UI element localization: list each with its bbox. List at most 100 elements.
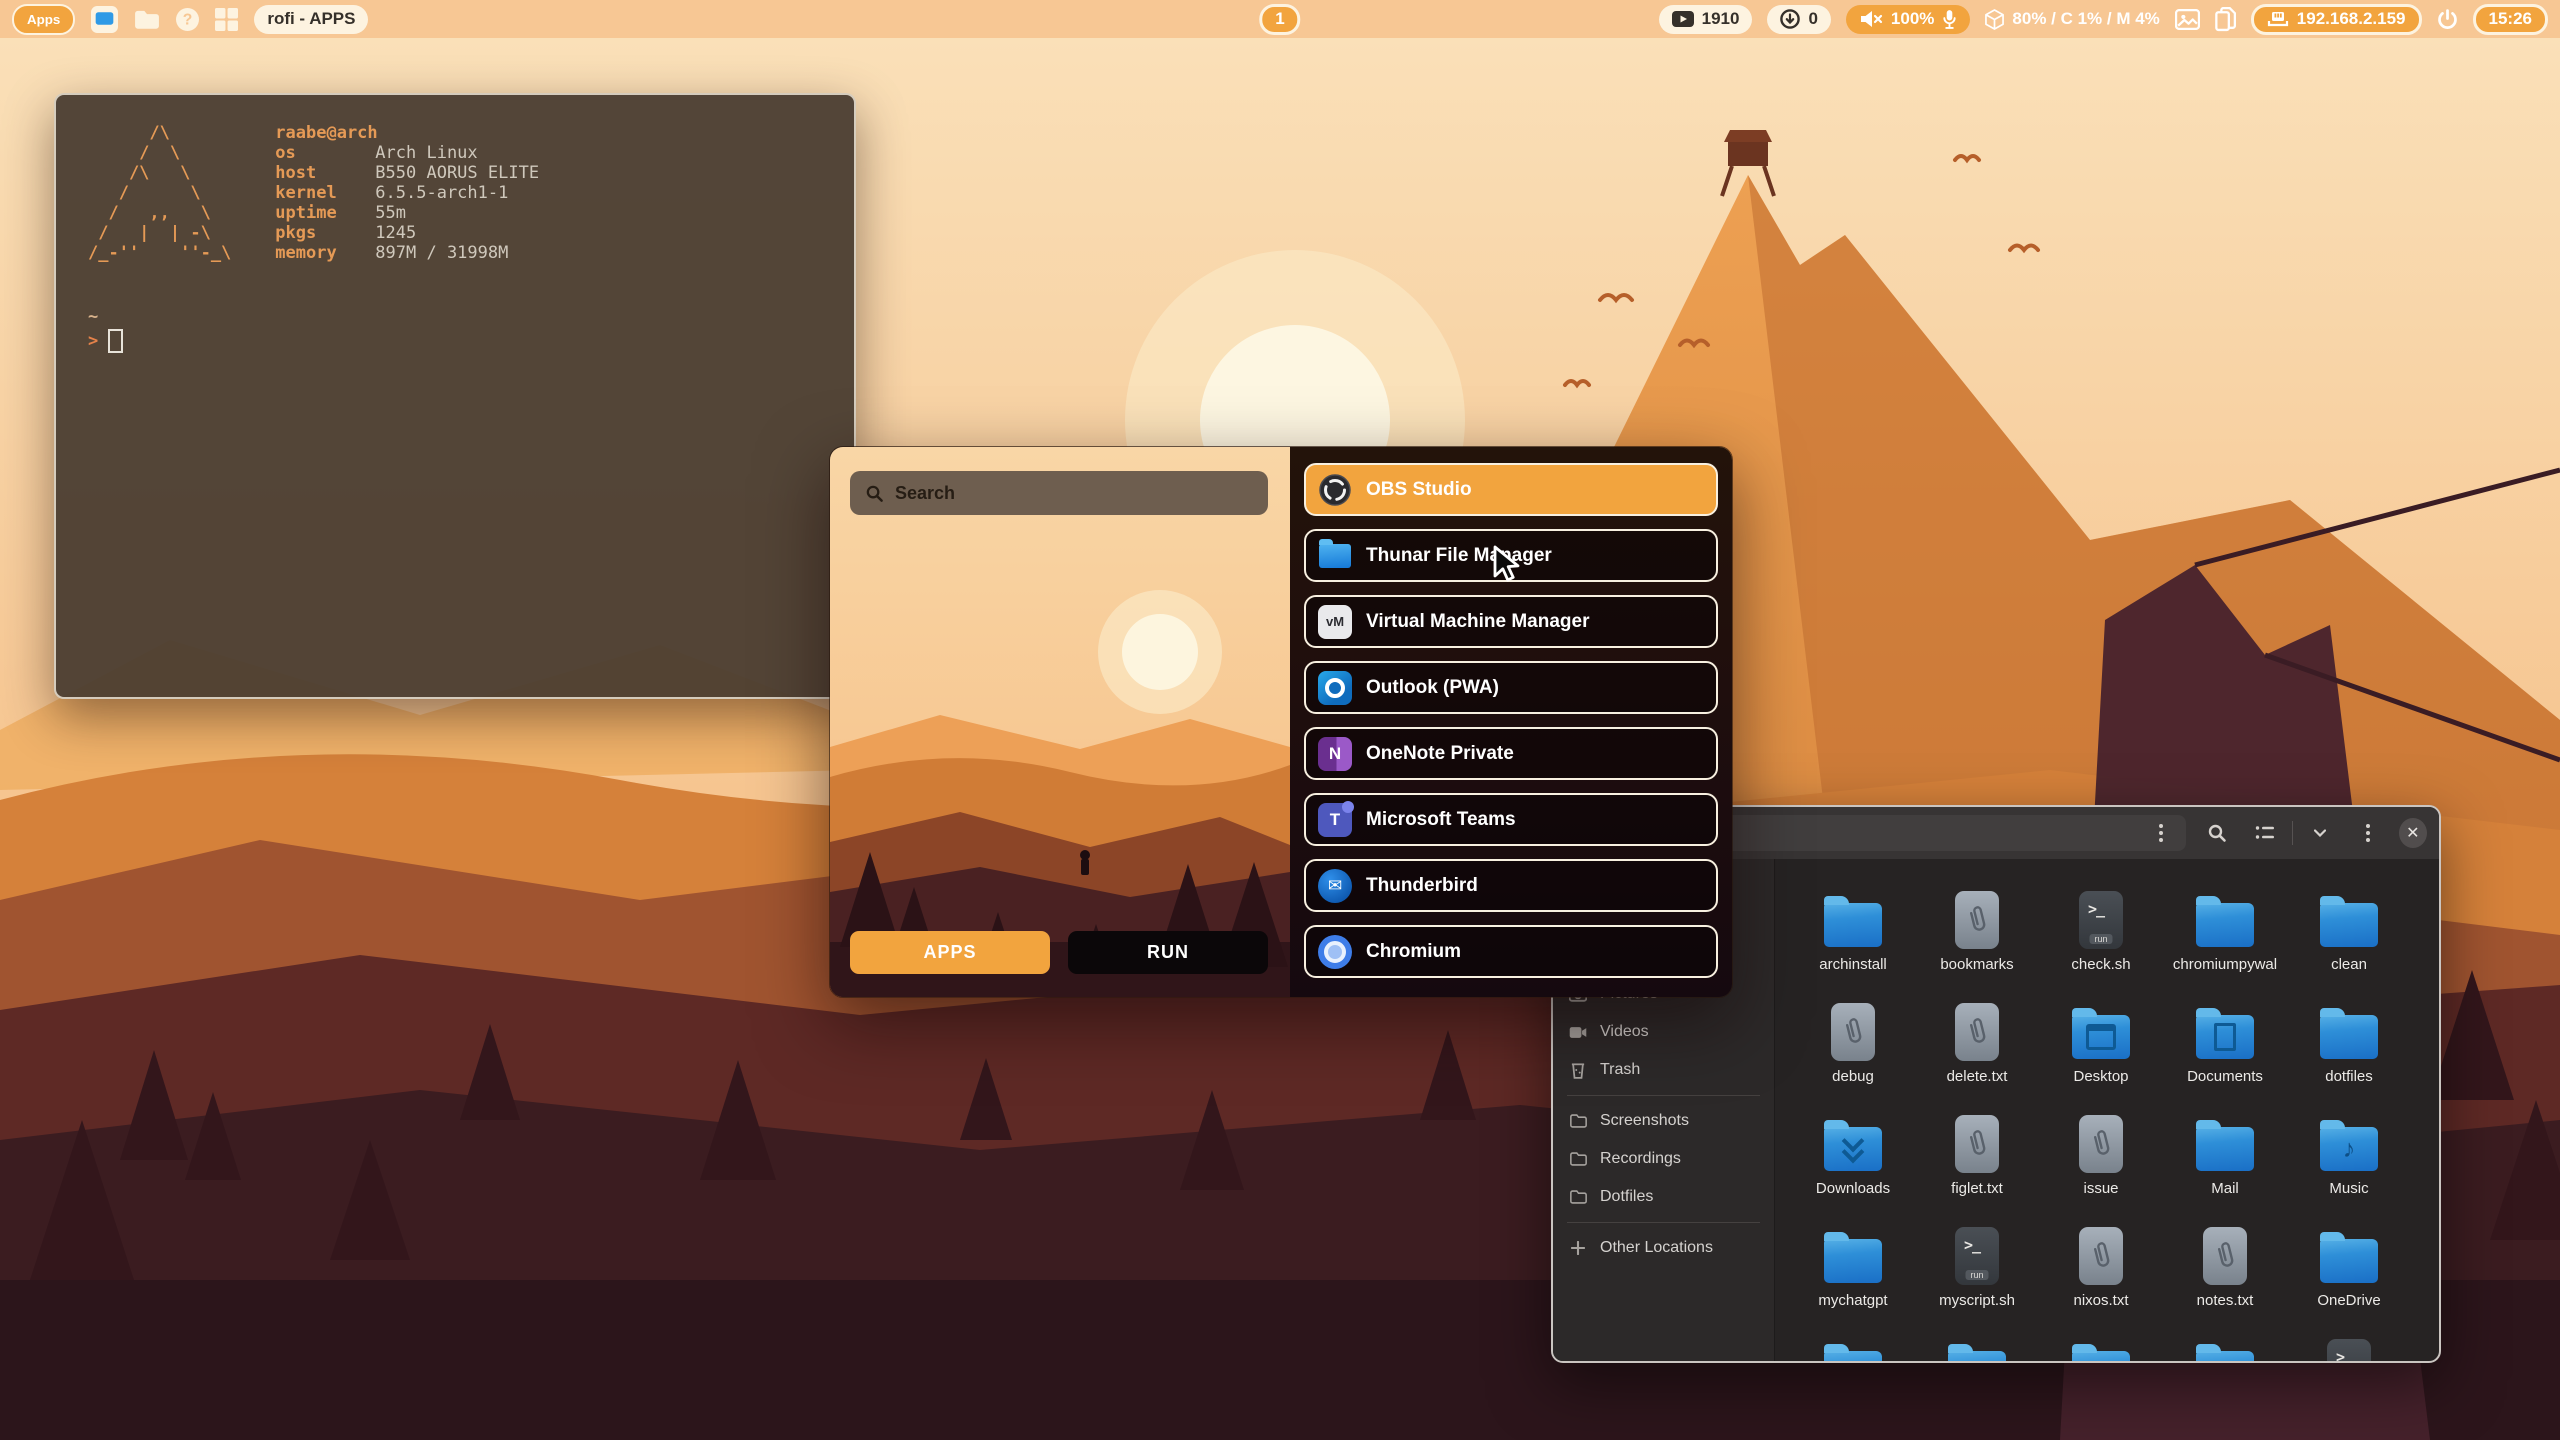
file-item[interactable]: chromiumpywal bbox=[2163, 887, 2287, 999]
youtube-widget[interactable]: 1910 bbox=[1659, 5, 1753, 34]
info-row: memory897M / 31998M bbox=[275, 243, 539, 263]
file-item[interactable]: bookmarks bbox=[1915, 887, 2039, 999]
clock-widget[interactable]: 15:26 bbox=[2473, 4, 2548, 35]
sidebar-item-trash[interactable]: Trash bbox=[1553, 1051, 1774, 1089]
file-item[interactable]: OneDrive bbox=[2287, 1223, 2411, 1335]
search-placeholder: Search bbox=[895, 483, 955, 504]
display-icon[interactable] bbox=[91, 6, 118, 33]
power-icon[interactable] bbox=[2437, 9, 2458, 30]
file-item[interactable]: Mail bbox=[2163, 1111, 2287, 1223]
sidebar-item-dotfiles[interactable]: Dotfiles bbox=[1553, 1178, 1774, 1216]
updates-icon bbox=[1780, 9, 1800, 29]
file-item[interactable]: >_ bbox=[2287, 1335, 2411, 1363]
search-input[interactable]: Search bbox=[850, 471, 1268, 515]
sidebar-item-other-locations[interactable]: Other Locations bbox=[1553, 1229, 1774, 1267]
obs-studio-icon bbox=[1318, 473, 1352, 507]
network-widget[interactable]: 192.168.2.159 bbox=[2251, 4, 2422, 35]
file-item[interactable]: Desktop bbox=[2039, 999, 2163, 1111]
info-row: uptime55m bbox=[275, 203, 539, 223]
window-title-pill[interactable]: rofi - APPS bbox=[254, 5, 368, 34]
search-icon[interactable] bbox=[2201, 816, 2233, 850]
system-stats[interactable]: 80% / C 1% / M 4% bbox=[1985, 9, 2159, 30]
folder-icon[interactable] bbox=[134, 9, 160, 30]
youtube-count: 1910 bbox=[1702, 9, 1740, 29]
info-row: osArch Linux bbox=[275, 143, 539, 163]
list-item-thunderbird[interactable]: ✉ Thunderbird bbox=[1304, 859, 1718, 912]
list-item-outlook[interactable]: Outlook (PWA) bbox=[1304, 661, 1718, 714]
file-item[interactable]: >_run check.sh bbox=[2039, 887, 2163, 999]
list-item-chromium[interactable]: Chromium bbox=[1304, 925, 1718, 978]
screenshot-icon[interactable] bbox=[2175, 9, 2200, 30]
youtube-icon bbox=[1672, 11, 1694, 27]
updates-widget[interactable]: 0 bbox=[1767, 5, 1830, 34]
fastfetch-output: /\ / \ /\ \ / \ / ,, \ / | | -\ /_-'' ''… bbox=[88, 123, 822, 263]
terminal-cursor bbox=[108, 329, 123, 353]
help-icon[interactable] bbox=[176, 8, 199, 31]
trash-icon bbox=[1569, 1061, 1587, 1079]
list-item-obs-studio[interactable]: OBS Studio bbox=[1304, 463, 1718, 516]
tab-run[interactable]: RUN bbox=[1068, 931, 1268, 974]
apps-button[interactable]: Apps bbox=[12, 4, 75, 35]
sidebar-item-screenshots[interactable]: Screenshots bbox=[1553, 1102, 1774, 1140]
file-item[interactable]: Documents bbox=[2163, 999, 2287, 1111]
workspace-badge[interactable]: 1 bbox=[1259, 4, 1300, 35]
desktop-folder-icon bbox=[2072, 1003, 2130, 1061]
mouse-cursor bbox=[1492, 545, 1522, 585]
folder-icon bbox=[2320, 1227, 2378, 1285]
sidebar-item-recordings[interactable]: Recordings bbox=[1553, 1140, 1774, 1178]
list-view-icon[interactable] bbox=[2248, 816, 2282, 850]
info-row: pkgs1245 bbox=[275, 223, 539, 243]
menu-kebab-icon[interactable] bbox=[2352, 816, 2384, 850]
tab-apps[interactable]: APPS bbox=[850, 931, 1050, 974]
file-item[interactable] bbox=[2039, 1335, 2163, 1363]
list-item-virtual-machine-manager[interactable]: vM Virtual Machine Manager bbox=[1304, 595, 1718, 648]
file-item[interactable]: nixos.txt bbox=[2039, 1223, 2163, 1335]
outlook-icon bbox=[1318, 671, 1352, 705]
file-item[interactable]: archinstall bbox=[1791, 887, 1915, 999]
rofi-launcher: Search APPS RUN OBS Studio Thunar File M… bbox=[829, 446, 1733, 998]
list-item-microsoft-teams[interactable]: T Microsoft Teams bbox=[1304, 793, 1718, 846]
file-item[interactable]: notes.txt bbox=[2163, 1223, 2287, 1335]
file-item[interactable]: >_run myscript.sh bbox=[1915, 1223, 2039, 1335]
file-item[interactable]: delete.txt bbox=[1915, 999, 2039, 1111]
public-folder-icon bbox=[2072, 1339, 2130, 1363]
file-item[interactable]: ♪ Music bbox=[2287, 1111, 2411, 1223]
volume-level: 100% bbox=[1891, 9, 1934, 29]
rofi-results-list: OBS Studio Thunar File Manager vM Virtua… bbox=[1290, 447, 1732, 997]
script-icon: >_ bbox=[2320, 1339, 2378, 1363]
user-host: raabe@arch bbox=[275, 123, 539, 143]
arch-ascii-logo: /\ / \ /\ \ / \ / ,, \ / | | -\ /_-'' ''… bbox=[88, 123, 231, 263]
sidebar-item-videos[interactable]: Videos bbox=[1553, 1013, 1774, 1051]
view-options-chevron-icon[interactable] bbox=[2303, 816, 2337, 850]
file-item[interactable] bbox=[1791, 1335, 1915, 1363]
app-grid-icon[interactable] bbox=[215, 8, 238, 31]
thunar-icon bbox=[1318, 539, 1352, 573]
file-item[interactable]: figlet.txt bbox=[1915, 1111, 2039, 1223]
close-icon[interactable]: ✕ bbox=[2399, 818, 2427, 848]
chromium-icon bbox=[1318, 935, 1352, 969]
clock-time: 15:26 bbox=[2489, 9, 2532, 29]
list-item-onenote[interactable]: N OneNote Private bbox=[1304, 727, 1718, 780]
folder-icon bbox=[1948, 1339, 2006, 1363]
volume-widget[interactable]: 100% bbox=[1846, 5, 1970, 34]
music-folder-icon: ♪ bbox=[2320, 1115, 2378, 1173]
file-item[interactable]: dotfiles bbox=[2287, 999, 2411, 1111]
file-item[interactable]: issue bbox=[2039, 1111, 2163, 1223]
downloads-folder-icon bbox=[1824, 1115, 1882, 1173]
file-item[interactable]: mychatgpt bbox=[1791, 1223, 1915, 1335]
search-icon bbox=[865, 484, 884, 503]
path-menu-kebab-icon[interactable] bbox=[2144, 816, 2178, 850]
file-item[interactable]: clean bbox=[2287, 887, 2411, 999]
rofi-left-panel: Search APPS RUN bbox=[830, 447, 1290, 997]
file-item[interactable] bbox=[1915, 1335, 2039, 1363]
sidebar-divider bbox=[1567, 1222, 1760, 1223]
volume-muted-icon bbox=[1859, 10, 1883, 28]
terminal-window[interactable]: /\ / \ /\ \ / \ / ,, \ / | | -\ /_-'' ''… bbox=[54, 93, 856, 699]
folder-icon bbox=[2196, 891, 2254, 949]
file-item[interactable]: Downloads bbox=[1791, 1111, 1915, 1223]
file-item[interactable]: debug bbox=[1791, 999, 1915, 1111]
network-ip: 192.168.2.159 bbox=[2297, 9, 2406, 29]
file-icon bbox=[2072, 1227, 2130, 1285]
clipboard-icon[interactable] bbox=[2215, 7, 2236, 32]
file-item[interactable] bbox=[2163, 1335, 2287, 1363]
